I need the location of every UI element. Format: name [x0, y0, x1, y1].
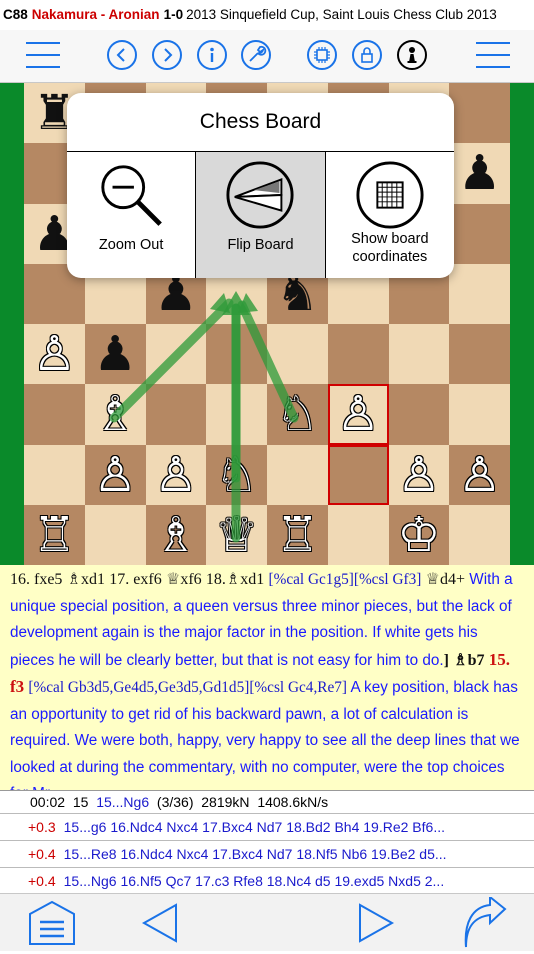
- back-icon[interactable]: [140, 902, 180, 949]
- engine-line[interactable]: +0.4 15...Ng6 16.Nf5 Qc7 17.c3 Rfe8 18.Nc…: [0, 868, 534, 894]
- grid-icon: [355, 160, 425, 230]
- board-square[interactable]: [267, 444, 328, 505]
- board-square[interactable]: [267, 324, 328, 385]
- board-square[interactable]: [24, 384, 85, 445]
- game-title: C88 Nakamura - Aronian 1-0 2013 Sinquefield…: [0, 0, 534, 30]
- board-square[interactable]: [449, 263, 510, 324]
- engine-line[interactable]: +0.3 15...g6 16.Ndc4 Nxc4 17.Bxc4 Nd7 18.…: [0, 814, 534, 841]
- white-pawn-icon[interactable]: ♙: [94, 451, 137, 499]
- board-square[interactable]: [388, 384, 450, 445]
- white-king-icon[interactable]: ♔: [397, 511, 440, 559]
- board-square[interactable]: ♖: [267, 504, 328, 565]
- board-square[interactable]: [449, 203, 510, 264]
- show-coordinates-label: Show board coordinates: [351, 231, 429, 265]
- zoom-out-label: Zoom Out: [98, 237, 164, 253]
- menu-icon[interactable]: [26, 42, 60, 68]
- board-square[interactable]: ♔: [388, 504, 450, 565]
- board-square[interactable]: ♗: [145, 504, 207, 565]
- flip-board-button[interactable]: Flip Board: [196, 152, 326, 278]
- board-square[interactable]: [449, 504, 510, 565]
- board-square[interactable]: ♟: [449, 143, 510, 204]
- eco-code: C88: [3, 7, 28, 22]
- white-bishop-icon[interactable]: ♗: [94, 390, 137, 438]
- notation-text: 16. fxe5 ♗xd1 17. exf6 ♕xf6 18.♗xd1 [%ca…: [10, 571, 520, 790]
- forward-icon[interactable]: [356, 902, 396, 949]
- board-square[interactable]: [327, 444, 389, 505]
- board-square[interactable]: [206, 324, 267, 385]
- board-square[interactable]: ♟: [84, 324, 146, 385]
- players: Nakamura - Aronian: [31, 7, 160, 22]
- event: 2013 Sinquefield Cup, Saint Louis Chess …: [186, 7, 497, 22]
- flip-board-icon: [225, 160, 295, 230]
- menu-icon[interactable]: [476, 42, 510, 68]
- board-square[interactable]: ♙: [327, 384, 389, 445]
- white-queen-icon[interactable]: ♕: [215, 511, 258, 559]
- share-icon[interactable]: [460, 894, 508, 954]
- bottom-toolbar: [0, 893, 534, 951]
- next-icon[interactable]: [152, 40, 182, 70]
- board-square[interactable]: [206, 384, 267, 445]
- board-square[interactable]: ♖: [24, 504, 85, 565]
- white-knight-icon[interactable]: ♘: [276, 390, 319, 438]
- white-pawn-icon[interactable]: ♙: [337, 390, 380, 438]
- white-pawn-icon[interactable]: ♙: [154, 451, 197, 499]
- black-pawn-icon[interactable]: ♟: [458, 149, 501, 197]
- white-pawn-icon[interactable]: ♙: [397, 451, 440, 499]
- board-square[interactable]: ♙: [145, 444, 207, 505]
- chess-board-popover: Chess Board Zoom Out Flip Board Show boa…: [67, 93, 454, 278]
- board-square[interactable]: ♗: [84, 384, 146, 445]
- list-icon[interactable]: [27, 900, 77, 951]
- board-square[interactable]: ♙: [84, 444, 146, 505]
- board-square[interactable]: [449, 324, 510, 385]
- board-square[interactable]: [327, 504, 389, 565]
- engine-line[interactable]: +0.4 15...Re8 16.Ndc4 Nxc4 17.Bxc4 Nd7 18…: [0, 841, 534, 868]
- chip-icon[interactable]: [307, 40, 337, 70]
- notation-panel[interactable]: 16. fxe5 ♗xd1 17. exf6 ♕xf6 18.♗xd1 [%ca…: [0, 565, 534, 790]
- board-square[interactable]: [145, 324, 207, 385]
- board-square[interactable]: [327, 324, 389, 385]
- white-pawn-icon[interactable]: ♙: [33, 330, 76, 378]
- board-square[interactable]: [145, 384, 207, 445]
- info-icon[interactable]: [197, 40, 227, 70]
- white-rook-icon[interactable]: ♖: [33, 511, 76, 559]
- board-square[interactable]: [449, 83, 510, 144]
- wrench-icon[interactable]: [241, 40, 271, 70]
- board-square[interactable]: [84, 504, 146, 565]
- white-pawn-icon[interactable]: ♙: [458, 451, 501, 499]
- board-square[interactable]: [388, 324, 450, 385]
- result: 1-0: [163, 7, 184, 22]
- board-square[interactable]: [24, 444, 85, 505]
- white-rook-icon[interactable]: ♖: [276, 511, 319, 559]
- lock-icon[interactable]: [352, 40, 382, 70]
- engine-stats: 00:02 15 15...Ng6 (3/36) 2819kN 1408.6kN…: [0, 791, 534, 814]
- zoom-out-button[interactable]: Zoom Out: [67, 152, 197, 278]
- zoom-out-icon: [96, 160, 166, 230]
- pawn-icon[interactable]: [397, 40, 427, 70]
- flip-board-label: Flip Board: [227, 237, 294, 253]
- board-square[interactable]: ♙: [24, 324, 85, 385]
- board-square[interactable]: ♕: [206, 504, 267, 565]
- board-square[interactable]: ♘: [267, 384, 328, 445]
- board-square[interactable]: ♙: [388, 444, 450, 505]
- popover-title: Chess Board: [67, 93, 454, 152]
- top-toolbar: [0, 30, 534, 83]
- engine-panel: 00:02 15 15...Ng6 (3/36) 2819kN 1408.6kN…: [0, 790, 534, 894]
- board-square[interactable]: ♘: [206, 444, 267, 505]
- black-pawn-icon[interactable]: ♟: [94, 330, 137, 378]
- board-square[interactable]: ♙: [449, 444, 510, 505]
- white-knight-icon[interactable]: ♘: [215, 451, 258, 499]
- board-square[interactable]: [449, 384, 510, 445]
- prev-icon[interactable]: [107, 40, 137, 70]
- white-bishop-icon[interactable]: ♗: [154, 511, 197, 559]
- show-coordinates-button[interactable]: Show board coordinates: [326, 152, 454, 278]
